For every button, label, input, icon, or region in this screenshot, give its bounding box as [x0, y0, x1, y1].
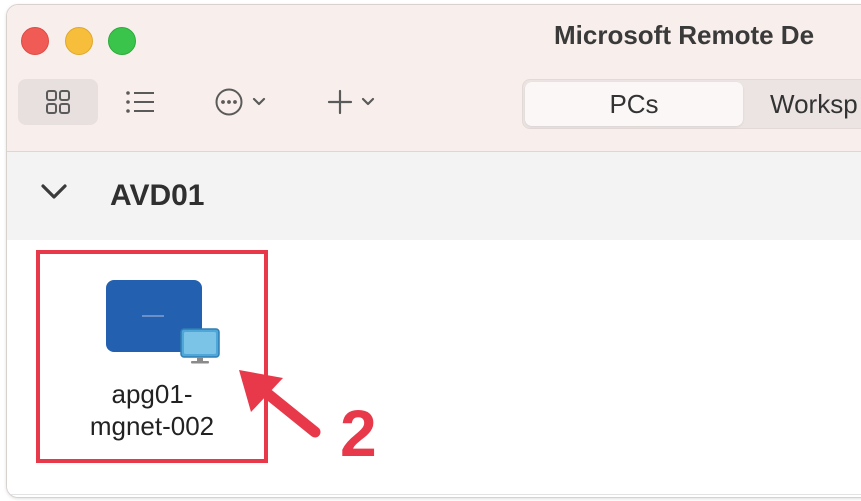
desktop-name-line-2: mgnet-002 — [89, 411, 215, 441]
window-title: Microsoft Remote De — [554, 20, 815, 50]
more-actions-button[interactable] — [200, 79, 280, 125]
desktop-grid: apg01- mgnet-002 — [7, 240, 861, 497]
annotation-arrow-icon — [239, 370, 321, 438]
chevron-down-icon — [361, 97, 375, 106]
close-window-button[interactable] — [21, 27, 49, 55]
plus-icon — [327, 89, 353, 115]
list-view-button[interactable] — [110, 79, 170, 125]
add-button[interactable] — [311, 79, 391, 125]
list-view-icon — [126, 91, 154, 113]
grid-view-button[interactable] — [18, 79, 98, 125]
view-segmented-control: PCs Worksp — [522, 79, 861, 129]
tab-workspaces[interactable]: Worksp — [770, 80, 858, 128]
chevron-down-icon[interactable] — [39, 182, 69, 202]
desktop-name-line-1: apg01- — [111, 379, 193, 409]
tab-pcs[interactable]: PCs — [525, 82, 743, 126]
zoom-window-button[interactable] — [108, 27, 136, 55]
divider — [7, 494, 861, 495]
desktop-name: apg01- mgnet-002 — [40, 378, 264, 442]
app-window: Microsoft Remote De PCs Worksp AVD01 apg… — [6, 4, 861, 498]
minimize-window-button[interactable] — [65, 27, 93, 55]
chevron-down-icon — [252, 97, 266, 106]
remote-desktop-icon — [180, 328, 220, 364]
workspace-group-header[interactable]: AVD01 — [7, 152, 861, 240]
group-name: AVD01 — [110, 179, 205, 212]
ellipsis-circle-icon — [215, 88, 243, 116]
annotation-step-number: 2 — [340, 396, 377, 470]
title-bar: Microsoft Remote De PCs Worksp — [7, 5, 861, 152]
grid-view-icon — [46, 90, 70, 114]
